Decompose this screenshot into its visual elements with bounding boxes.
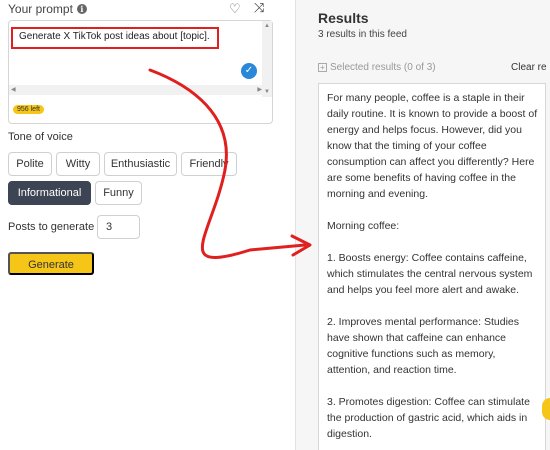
info-icon[interactable]: i — [76, 4, 87, 14]
results-title: Results — [318, 10, 369, 26]
prompt-text[interactable]: Generate X TikTok post ideas about [topi… — [19, 31, 210, 42]
characters-left-badge: 956 left — [13, 105, 44, 114]
scroll-left-icon[interactable]: ◀ — [11, 86, 16, 93]
scroll-down-icon[interactable]: ▼ — [264, 89, 270, 95]
shuffle-icon[interactable]: ⤨ — [254, 0, 264, 16]
horizontal-scrollbar[interactable]: ◀ ▶ — [9, 85, 264, 95]
prompt-panel: Your prompt i ♡ ⤨ Generate X TikTok post… — [0, 0, 295, 450]
tone-enthusiastic-button[interactable]: Enthusiastic — [104, 152, 177, 176]
prompt-textarea[interactable]: Generate X TikTok post ideas about [topi… — [8, 20, 273, 124]
clear-results-link[interactable]: Clear re — [511, 62, 547, 73]
result-card[interactable]: For many people, coffee is a staple in t… — [318, 83, 546, 450]
generate-button[interactable]: Generate — [8, 252, 94, 275]
scroll-up-icon[interactable]: ▲ — [264, 23, 270, 29]
tone-funny-button[interactable]: Funny — [95, 181, 142, 205]
selected-results-label: Selected results (0 of 3) — [330, 62, 436, 73]
tone-polite-button[interactable]: Polite — [8, 152, 52, 176]
help-bubble-icon[interactable] — [542, 398, 550, 420]
tone-witty-button[interactable]: Witty — [56, 152, 100, 176]
heart-icon[interactable]: ♡ — [229, 1, 241, 17]
plus-icon[interactable]: + — [318, 63, 327, 72]
tone-informational-button[interactable]: Informational — [8, 181, 91, 205]
selected-results[interactable]: + Selected results (0 of 3) — [318, 62, 436, 73]
tone-friendly-button[interactable]: Friendly — [181, 152, 237, 176]
result-text: For many people, coffee is a staple in t… — [327, 92, 538, 440]
prompt-label-text: Your prompt — [8, 2, 73, 16]
check-icon[interactable]: ✓ — [241, 63, 257, 79]
results-count: 3 results in this feed — [318, 29, 407, 40]
posts-to-generate-label: Posts to generate — [8, 221, 95, 233]
posts-to-generate-input[interactable]: 3 — [97, 215, 140, 239]
prompt-label: Your prompt i — [8, 2, 87, 16]
scroll-right-icon[interactable]: ▶ — [257, 86, 262, 93]
tone-label: Tone of voice — [8, 131, 73, 143]
